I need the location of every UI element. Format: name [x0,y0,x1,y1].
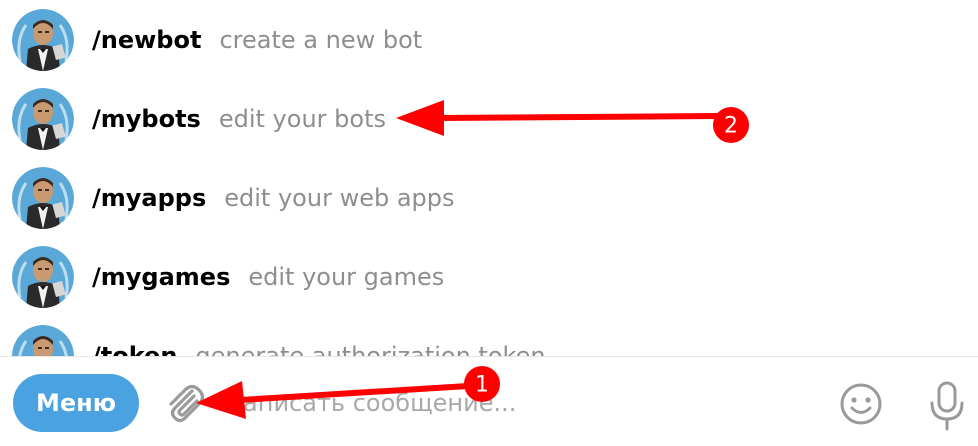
message-composer: Меню [0,357,978,446]
bot-avatar [12,325,74,356]
bot-avatar [12,9,74,71]
command-item-mygames[interactable]: /mygames edit your games [0,237,978,317]
command-description: create a new bot [219,26,423,54]
command-item-newbot[interactable]: /newbot create a new bot [0,0,978,80]
command-item-token[interactable]: /token generate authorization token [0,316,978,356]
command-description: generate authorization token [195,342,546,356]
command-name: /newbot [92,26,202,54]
command-name: /token [92,342,178,356]
command-name: /mybots [92,105,201,133]
microphone-icon[interactable] [924,377,970,433]
menu-button[interactable]: Меню [13,374,139,432]
bot-avatar [12,167,74,229]
command-description: edit your web apps [224,184,455,212]
bot-avatar [12,246,74,308]
command-item-myapps[interactable]: /myapps edit your web apps [0,158,978,238]
command-list: /newbot create a new bot /mybots edit yo… [0,0,978,356]
command-description: edit your games [248,263,445,291]
command-name: /myapps [92,184,207,212]
paperclip-icon[interactable] [158,377,210,429]
bot-avatar [12,88,74,150]
smiley-icon[interactable] [836,379,886,429]
command-item-mybots[interactable]: /mybots edit your bots [0,79,978,159]
command-name: /mygames [92,263,231,291]
message-input[interactable] [225,379,805,427]
command-description: edit your bots [218,105,386,133]
